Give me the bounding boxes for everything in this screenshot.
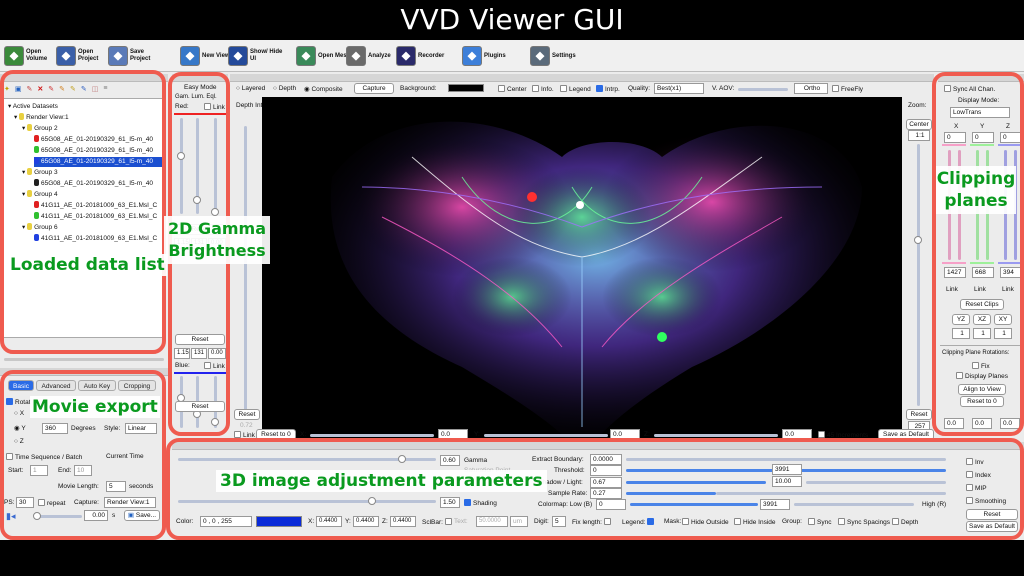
- highlight-clipping: [932, 72, 1024, 436]
- open-mesh-icon: ◆: [296, 46, 316, 66]
- annotation-gamma: 2D Gamma Brightness: [164, 216, 270, 264]
- rot-y-label: Y:: [474, 431, 480, 438]
- rot-z-slider[interactable]: [654, 434, 778, 437]
- center-button[interactable]: Center: [906, 119, 932, 130]
- rot-y-slider[interactable]: [484, 434, 608, 437]
- rot-x-slider[interactable]: [310, 434, 434, 437]
- depth-int-label: Depth Int:: [236, 102, 265, 109]
- depth-radio[interactable]: ○ Depth: [273, 85, 296, 92]
- intrp-label: Intrp.: [605, 86, 620, 93]
- render-viewport[interactable]: [262, 97, 902, 469]
- annotation-movie: Movie export: [30, 396, 160, 418]
- save-project-icon: ◆: [108, 46, 128, 66]
- info-checkbox[interactable]: Info.: [532, 85, 554, 93]
- settings-icon: ◆: [530, 46, 550, 66]
- toolbar-label: Open Project: [78, 49, 99, 62]
- toolbar-button-settings[interactable]: ◆ Settings: [530, 44, 586, 68]
- toolbar-button-recorder[interactable]: ◆ Recorder: [396, 44, 452, 68]
- tree-scrollbar[interactable]: [4, 358, 164, 361]
- composite-radio[interactable]: ◉ Composite: [304, 85, 343, 93]
- legend-label: Legend: [569, 86, 591, 93]
- quality-select-value: Best(x1): [657, 85, 682, 92]
- info-label: Info.: [541, 86, 554, 93]
- freefly-label: FreeFly: [841, 86, 864, 93]
- depth-int-value: 0.72: [240, 422, 253, 429]
- zoom-label: Zoom:: [908, 102, 927, 109]
- legend-checkbox[interactable]: Legend: [560, 85, 591, 93]
- composite-label: Composite: [311, 86, 343, 93]
- background-color-swatch[interactable]: [448, 84, 484, 92]
- toolbar-label: Recorder: [418, 52, 445, 59]
- vaov-label: V. AOV:: [712, 85, 735, 92]
- open-project-icon: ◆: [56, 46, 76, 66]
- toolbar-button-save-project[interactable]: ◆ Save Project: [108, 44, 164, 68]
- brain-render-image: [330, 121, 862, 457]
- toolbar-button-open-volume[interactable]: ◆ Open Volume: [4, 44, 60, 68]
- toolbar-label: Save Project: [130, 49, 151, 62]
- background-label: Background:: [400, 85, 437, 92]
- render-toolbar: ○ Layered ○ Depth ◉ Composite Capture Ba…: [230, 83, 934, 95]
- layered-radio[interactable]: ○ Layered: [236, 85, 265, 92]
- toolbar-button-analyze[interactable]: ◆ Analyze: [346, 44, 402, 68]
- analyze-icon: ◆: [346, 46, 366, 66]
- highlight-datasets: [0, 70, 166, 354]
- quality-label: Quality:: [628, 85, 651, 92]
- left-reset-button[interactable]: Reset: [234, 409, 260, 420]
- depth-label: Depth: [278, 85, 297, 92]
- rot-z-label: Z:: [644, 431, 650, 438]
- zoom-slider-knob[interactable]: [914, 236, 922, 244]
- render-view-header: [230, 74, 934, 82]
- toolbar-button-open-mesh[interactable]: ◆ Open Mesh: [296, 44, 352, 68]
- zoom-slider[interactable]: [917, 144, 920, 406]
- slide-title: VVD Viewer GUI: [400, 3, 624, 36]
- center-checkbox[interactable]: Center: [498, 85, 527, 93]
- capture-button[interactable]: Capture: [354, 83, 394, 94]
- toolbar-label: Open Volume: [26, 49, 48, 62]
- center-label: Center: [507, 86, 527, 93]
- layered-label: Layered: [241, 85, 266, 92]
- vvd-app-window: ◆ Open Volume ◆ Open Project ◆ Save Project ◆ N…: [0, 40, 1024, 540]
- rot-x-label: X:: [300, 431, 307, 438]
- ortho-field[interactable]: Ortho: [794, 83, 828, 94]
- freefly-checkbox[interactable]: FreeFly: [832, 85, 863, 93]
- plugins-icon: ◆: [462, 46, 482, 66]
- open-volume-icon: ◆: [4, 46, 24, 66]
- toolbar-button-show-hide-ui[interactable]: ◆ Show/ Hide UI: [228, 44, 284, 68]
- toolbar-label: Show/ Hide UI: [250, 49, 283, 62]
- annotation-adjustment: 3D image adjustment parameters: [216, 470, 547, 492]
- main-toolbar: ◆ Open Volume ◆ Open Project ◆ Save Project ◆ N…: [0, 40, 1024, 72]
- depth-int-slider[interactable]: [244, 126, 247, 410]
- toolbar-button-open-project[interactable]: ◆ Open Project: [56, 44, 112, 68]
- zoom-ratio-field[interactable]: 1:1: [908, 130, 930, 141]
- vaov-slider[interactable]: [738, 88, 788, 91]
- quality-select[interactable]: Best(x1): [654, 83, 704, 94]
- intrp-checkbox[interactable]: Intrp.: [596, 85, 620, 93]
- annotation-clipping: Clipping planes: [936, 166, 1016, 214]
- new-view-icon: ◆: [180, 46, 200, 66]
- show-hide-ui-icon: ◆: [228, 46, 248, 66]
- toolbar-button-plugins[interactable]: ◆ Plugins: [462, 44, 518, 68]
- annotation-loaded-data: Loaded data list: [8, 254, 167, 276]
- toolbar-label: Plugins: [484, 52, 506, 59]
- toolbar-label: Settings: [552, 52, 576, 59]
- recorder-icon: ◆: [396, 46, 416, 66]
- zoom-reset-button[interactable]: Reset: [906, 409, 932, 420]
